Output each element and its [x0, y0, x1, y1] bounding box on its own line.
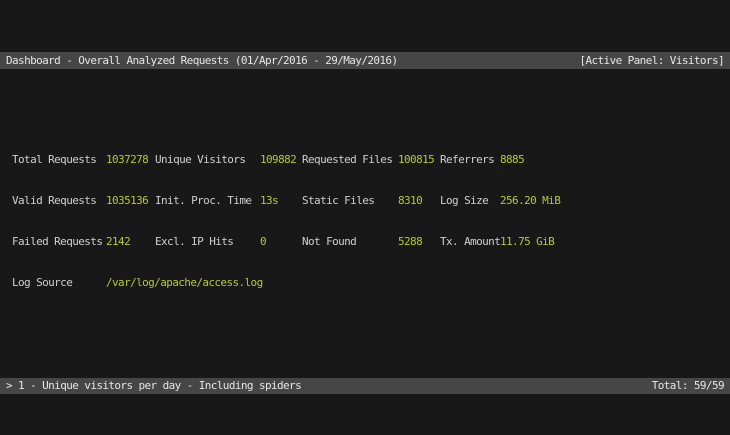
total-requests-value: 1037278	[106, 152, 155, 167]
init-proc-time-label: Init. Proc. Time	[155, 193, 260, 208]
summary-line-3: Failed Requests 2142 Excl. IP Hits 0 Not…	[0, 234, 730, 249]
goaccess-dashboard: Dashboard - Overall Analyzed Requests (0…	[0, 0, 730, 435]
requested-files-label: Requested Files	[302, 152, 398, 167]
not-found-label: Not Found	[302, 234, 398, 249]
requested-files-value: 100815	[398, 152, 440, 167]
summary-line-1: Total Requests 1037278 Unique Visitors 1…	[0, 152, 730, 167]
failed-requests-label: Failed Requests	[12, 234, 106, 249]
summary-line-4: Log Source /var/log/apache/access.log	[0, 275, 730, 290]
static-files-label: Static Files	[302, 193, 398, 208]
static-files-value: 8310	[398, 193, 440, 208]
valid-requests-label: Valid Requests	[12, 193, 106, 208]
panel-visitors-body: Hits h% Vis. v% Tx. Amount Avg. T.S. Cum…	[0, 420, 730, 435]
log-source-path: /var/log/apache/access.log	[106, 275, 730, 290]
total-requests-label: Total Requests	[12, 152, 106, 167]
referrers-value: 8885	[500, 152, 730, 167]
failed-requests-value: 2142	[106, 234, 155, 249]
panel-visitors-title: > 1 - Unique visitors per day - Includin…	[6, 378, 301, 394]
summary-line-2: Valid Requests 1035136 Init. Proc. Time …	[0, 193, 730, 208]
init-proc-time-value: 13s	[260, 193, 302, 208]
not-found-value: 5288	[398, 234, 440, 249]
log-size-label: Log Size	[440, 193, 500, 208]
valid-requests-value: 1035136	[106, 193, 155, 208]
tx-amount-label: Tx. Amount	[440, 234, 500, 249]
excl-ip-hits-value: 0	[260, 234, 302, 249]
panel-visitors-header[interactable]: > 1 - Unique visitors per day - Includin…	[0, 378, 730, 394]
overall-summary: Total Requests 1037278 Unique Visitors 1…	[0, 126, 730, 316]
dashboard-title: Dashboard - Overall Analyzed Requests (0…	[6, 52, 397, 69]
log-source-label: Log Source	[12, 275, 106, 290]
unique-visitors-label: Unique Visitors	[155, 152, 260, 167]
log-size-value: 256.20 MiB	[500, 193, 730, 208]
active-panel-indicator: [Active Panel: Visitors]	[579, 52, 724, 69]
title-bar: Dashboard - Overall Analyzed Requests (0…	[0, 52, 730, 69]
unique-visitors-value: 109882	[260, 152, 302, 167]
referrers-label: Referrers	[440, 152, 500, 167]
panel-visitors-total: Total: 59/59	[652, 378, 724, 394]
excl-ip-hits-label: Excl. IP Hits	[155, 234, 260, 249]
tx-amount-value: 11.75 GiB	[500, 234, 730, 249]
